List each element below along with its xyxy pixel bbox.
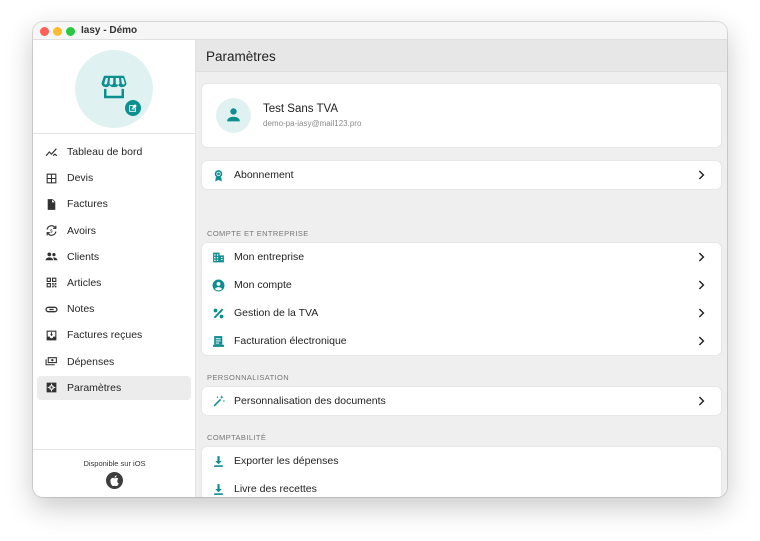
subscription-card: Abonnement — [202, 161, 721, 189]
sidebar-item-label: Factures reçues — [67, 329, 143, 342]
section-title-compte: COMPTE ET ENTREPRISE — [207, 229, 309, 238]
sidebar-item-clients[interactable]: Clients — [37, 245, 191, 269]
section-card-comptabilite: Exporter les dépenses Livre des recettes — [202, 447, 721, 497]
settings-row-livre-recettes[interactable]: Livre des recettes — [202, 475, 721, 497]
sidebar-item-label: Notes — [67, 303, 95, 316]
settings-row-mon-compte[interactable]: Mon compte — [202, 271, 721, 299]
minimize-window-button[interactable] — [53, 27, 62, 36]
avatar — [216, 98, 251, 133]
settings-icon — [46, 382, 57, 393]
chevron-right-icon — [698, 280, 705, 290]
settings-row-label: Personnalisation des documents — [234, 395, 386, 407]
sidebar-item-label: Dépenses — [67, 355, 115, 368]
sidebar-nav: Tableau de bord Devis Factures $ Avoirs … — [37, 140, 191, 402]
sidebar-item-devis[interactable]: Devis — [37, 166, 191, 190]
sidebar-item-factures[interactable]: Factures — [37, 192, 191, 216]
business-logo[interactable] — [75, 50, 153, 128]
sidebar-item-label: Tableau de bord — [67, 146, 143, 158]
settings-row-label: Facturation électronique — [234, 335, 347, 347]
sidebar-item-label: Articles — [67, 276, 102, 289]
profile-card[interactable]: Test Sans TVA demo-pa-iasy@mail123.pro — [202, 84, 721, 147]
main-header: Paramètres — [196, 40, 727, 72]
profile-name: Test Sans TVA — [263, 103, 338, 115]
sidebar: Tableau de bord Devis Factures $ Avoirs … — [33, 40, 196, 497]
download-icon — [214, 455, 223, 467]
document-icon — [47, 198, 56, 210]
settings-row-mon-entreprise[interactable]: Mon entreprise — [202, 243, 721, 271]
exchange-icon: $ — [46, 225, 57, 236]
sidebar-item-label: Factures — [67, 198, 108, 211]
storefront-icon — [101, 75, 127, 99]
chevron-right-icon — [698, 396, 705, 406]
sidebar-item-label: Paramètres — [67, 381, 122, 394]
settings-row-label: Abonnement — [234, 169, 294, 181]
settings-row-personnalisation-documents[interactable]: Personnalisation des documents — [202, 387, 721, 415]
settings-row-label: Gestion de la TVA — [234, 307, 319, 319]
settings-row-label: Mon entreprise — [234, 251, 305, 263]
sidebar-item-tableau-de-bord[interactable]: Tableau de bord — [37, 140, 191, 164]
app-window: Iasy - Démo Tableau de bord Devis Factur… — [33, 22, 727, 497]
sidebar-item-parametres[interactable]: Paramètres — [37, 375, 191, 400]
percent-icon — [213, 308, 224, 318]
settings-row-label: Livre des recettes — [234, 483, 317, 495]
chevron-right-icon — [698, 252, 705, 262]
people-icon — [45, 252, 58, 261]
sidebar-item-depenses[interactable]: Dépenses — [37, 350, 191, 374]
close-window-button[interactable] — [40, 27, 49, 36]
section-title-personnalisation: PERSONNALISATION — [207, 373, 290, 382]
image-edit-icon — [129, 104, 137, 112]
link-icon — [45, 306, 58, 312]
title-bar: Iasy - Démo — [33, 22, 727, 40]
download-icon — [214, 483, 223, 495]
zoom-window-button[interactable] — [66, 27, 75, 36]
settings-row-label: Mon compte — [234, 279, 292, 291]
account-circle-icon — [212, 279, 225, 291]
svg-text:$: $ — [50, 229, 53, 235]
ios-app-button[interactable] — [106, 472, 123, 489]
window-title: Iasy - Démo — [81, 25, 138, 36]
chevron-right-icon — [698, 170, 705, 180]
settings-row-facturation-electronique[interactable]: Facturation électronique — [202, 327, 721, 355]
settings-row-abonnement[interactable]: Abonnement — [202, 161, 721, 189]
sidebar-item-notes[interactable]: Notes — [37, 297, 191, 321]
receipt-icon — [213, 335, 224, 347]
inbox-icon — [46, 330, 57, 341]
sidebar-item-avoirs[interactable]: $ Avoirs — [37, 219, 191, 243]
badge-icon — [214, 169, 223, 181]
edit-logo-badge[interactable] — [123, 98, 143, 118]
settings-row-gestion-tva[interactable]: Gestion de la TVA — [202, 299, 721, 327]
building-icon — [213, 252, 224, 262]
section-card-compte: Mon entreprise Mon compte Gestion de la … — [202, 243, 721, 355]
magic-wand-icon — [213, 395, 225, 406]
apple-icon — [110, 475, 119, 486]
profile-email: demo-pa-iasy@mail123.pro — [263, 119, 362, 128]
sidebar-item-factures-recues[interactable]: Factures reçues — [37, 323, 191, 347]
page-title: Paramètres — [206, 49, 276, 64]
person-icon — [227, 108, 240, 122]
settings-row-label: Exporter les dépenses — [234, 455, 339, 467]
sidebar-item-articles[interactable]: Articles — [37, 271, 191, 295]
chevron-right-icon — [698, 336, 705, 346]
section-card-personnalisation: Personnalisation des documents — [202, 387, 721, 415]
cash-icon — [45, 357, 57, 366]
qr-code-icon — [46, 278, 57, 288]
sidebar-item-label: Clients — [67, 250, 100, 263]
sidebar-item-label: Avoirs — [67, 224, 96, 237]
settings-row-exporter-depenses[interactable]: Exporter les dépenses — [202, 447, 721, 475]
sidebar-item-label: Devis — [67, 172, 94, 185]
ios-availability-text: Disponible sur iOS — [83, 459, 146, 468]
chart-line-icon — [45, 147, 58, 156]
grid-icon — [46, 173, 57, 184]
chevron-right-icon — [698, 308, 705, 318]
logo-area — [33, 40, 196, 134]
main-content: Paramètres Test Sans TVA demo-pa-iasy@ma… — [196, 40, 727, 497]
section-title-comptabilite: COMPTABILITÉ — [207, 433, 267, 442]
sidebar-footer: Disponible sur iOS — [33, 449, 196, 497]
